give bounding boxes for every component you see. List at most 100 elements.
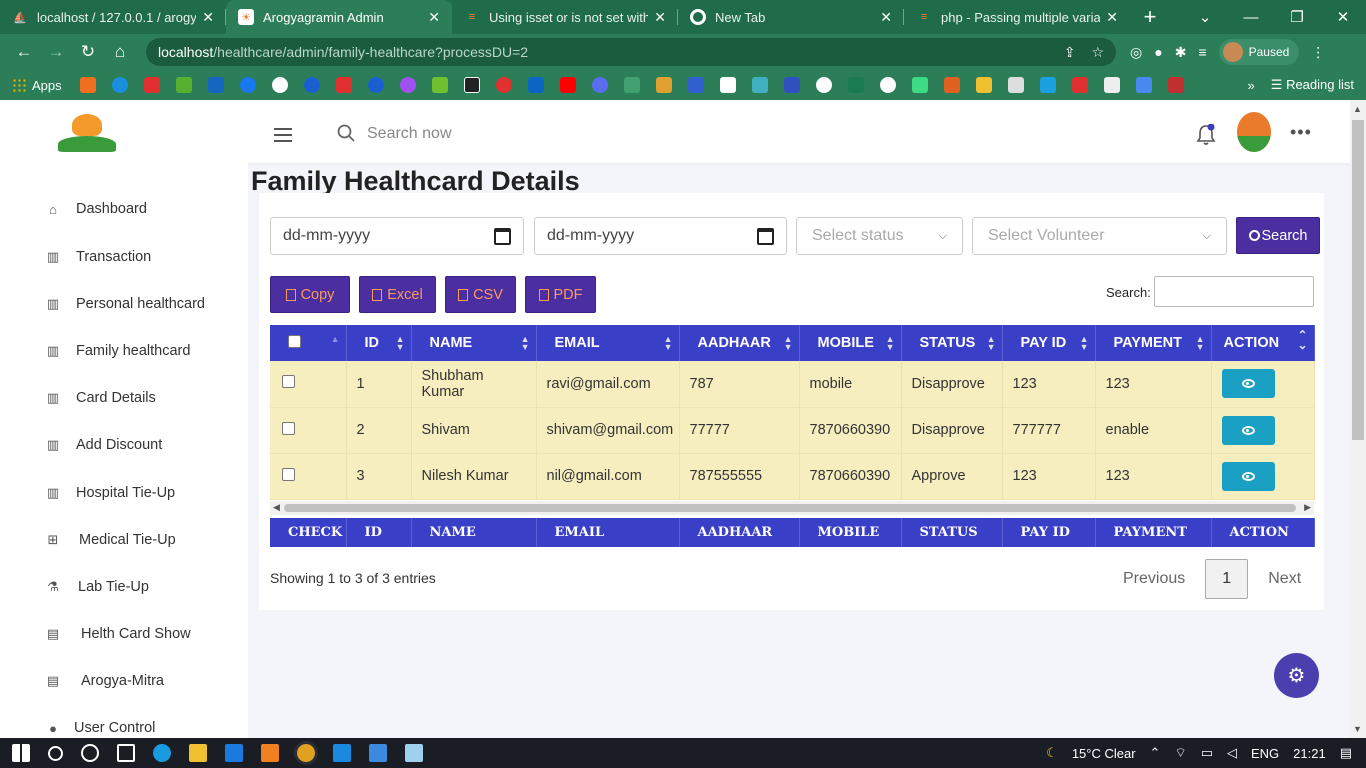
bookmark-icon[interactable] bbox=[783, 77, 800, 93]
mail-icon[interactable] bbox=[225, 744, 243, 762]
bookmark-icon[interactable] bbox=[719, 77, 736, 93]
sidebar-item-hospital-tie-up[interactable]: ▥ Hospital Tie-Up bbox=[44, 485, 175, 501]
column-header[interactable]: MOBILE ▲ ▼ bbox=[799, 325, 902, 361]
bell-icon[interactable] bbox=[1196, 124, 1216, 146]
chrome-icon[interactable] bbox=[297, 744, 315, 762]
excel-button[interactable]: Excel bbox=[359, 276, 436, 313]
pdf-button[interactable]: PDF bbox=[525, 276, 596, 313]
language-indicator[interactable]: ENG bbox=[1251, 746, 1279, 761]
select-all-header[interactable]: ▲ bbox=[270, 325, 347, 361]
clock[interactable]: 21:21 bbox=[1293, 746, 1326, 761]
date-from-input[interactable]: dd-mm-yyyy bbox=[270, 217, 524, 255]
youtube-icon[interactable] bbox=[559, 77, 576, 93]
close-icon[interactable]: ✕ bbox=[1106, 9, 1118, 26]
table-search-input[interactable] bbox=[1154, 276, 1314, 307]
chevron-up-icon[interactable]: ⌃ bbox=[1150, 745, 1161, 761]
column-header[interactable]: ACTION ⌃ ⌄ bbox=[1211, 325, 1315, 361]
more-options-icon[interactable]: ••• bbox=[1290, 122, 1312, 143]
browser-tab[interactable]: ≡ Using isset or is not set with ✕ bbox=[452, 0, 678, 34]
close-icon[interactable]: ✕ bbox=[202, 9, 214, 26]
search-input[interactable] bbox=[367, 122, 627, 146]
sidebar-item-card-details[interactable]: ▥ Card Details bbox=[44, 390, 156, 406]
weather-moon-icon[interactable]: ☾ bbox=[1046, 745, 1058, 761]
bookmark-icon[interactable] bbox=[143, 77, 160, 93]
edge-icon[interactable] bbox=[153, 744, 171, 762]
row-checkbox[interactable] bbox=[282, 375, 295, 389]
bookmark-icon[interactable] bbox=[1167, 77, 1184, 93]
sidebar-item-add-discount[interactable]: ▥ Add Discount bbox=[44, 437, 162, 453]
minimize-icon[interactable]: — bbox=[1228, 9, 1274, 26]
vscode-icon[interactable] bbox=[333, 744, 351, 762]
column-header[interactable]: PAYMENT ▲ ▼ bbox=[1095, 325, 1212, 361]
previous-page-button[interactable]: Previous bbox=[1123, 570, 1185, 588]
notepad-icon[interactable] bbox=[405, 744, 423, 762]
column-header[interactable]: AADHAAR ▲ ▼ bbox=[679, 325, 800, 361]
view-button[interactable] bbox=[1221, 369, 1275, 399]
view-button[interactable] bbox=[1221, 461, 1275, 491]
scroll-up-icon[interactable]: ▲ bbox=[1353, 104, 1362, 114]
facebook-icon[interactable] bbox=[239, 77, 256, 93]
close-icon[interactable]: ✕ bbox=[428, 9, 440, 26]
scroll-right-icon[interactable]: ▶ bbox=[1304, 502, 1311, 513]
battery-icon[interactable]: ▭ bbox=[1201, 745, 1213, 761]
sublime-icon[interactable] bbox=[261, 744, 279, 762]
row-checkbox[interactable] bbox=[282, 421, 295, 435]
bookmark-icon[interactable] bbox=[495, 77, 512, 93]
close-icon[interactable]: ✕ bbox=[880, 9, 892, 26]
column-header[interactable]: STATUS ▲ ▼ bbox=[901, 325, 1003, 361]
view-button[interactable] bbox=[1221, 415, 1275, 445]
home-icon[interactable]: ⌂ bbox=[104, 42, 136, 62]
back-icon[interactable]: ← bbox=[8, 42, 40, 62]
bookmark-icon[interactable] bbox=[911, 77, 928, 93]
status-select[interactable]: Select status ⌵ bbox=[796, 217, 963, 255]
browser-tab[interactable]: ⛵ localhost / 127.0.0.1 / arogya ✕ bbox=[0, 0, 226, 34]
scroll-down-icon[interactable]: ▼ bbox=[1353, 724, 1362, 734]
share-icon[interactable]: ⇪ bbox=[1064, 44, 1076, 61]
volunteer-select[interactable]: Select Volunteer ⌵ bbox=[972, 217, 1227, 255]
apps-bookmark[interactable]: Apps bbox=[12, 78, 62, 93]
csv-button[interactable]: CSV bbox=[445, 276, 516, 313]
sidebar-item-helth-card-show[interactable]: ▤ Helth Card Show bbox=[44, 626, 191, 642]
search-button[interactable]: Search bbox=[1236, 217, 1320, 254]
bookmark-icon[interactable] bbox=[175, 77, 192, 93]
extension-icon[interactable]: ● bbox=[1154, 44, 1162, 60]
copy-button[interactable]: Copy bbox=[270, 276, 350, 313]
bookmark-icon[interactable] bbox=[335, 77, 352, 93]
file-explorer-icon[interactable] bbox=[189, 744, 207, 762]
bookmark-icon[interactable] bbox=[591, 77, 608, 93]
sidebar-item-dashboard[interactable]: ⌂ Dashboard bbox=[44, 201, 147, 217]
bookmark-icon[interactable] bbox=[303, 77, 320, 93]
network-icon[interactable]: ⌔ bbox=[1174, 745, 1186, 761]
bookmark-icon[interactable] bbox=[751, 77, 768, 93]
bookmark-icon[interactable] bbox=[207, 77, 224, 93]
tab-search-icon[interactable]: ⌄ bbox=[1182, 8, 1228, 26]
brand-logo[interactable] bbox=[58, 112, 116, 154]
bookmark-icon[interactable] bbox=[271, 77, 288, 93]
translate-icon[interactable] bbox=[1135, 77, 1152, 93]
row-checkbox[interactable] bbox=[282, 467, 295, 481]
scroll-left-icon[interactable]: ◀ bbox=[273, 502, 280, 513]
bookmark-icon[interactable] bbox=[879, 77, 896, 93]
sidebar-item-user-control[interactable]: ● User Control bbox=[44, 720, 155, 736]
bookmark-icon[interactable] bbox=[975, 77, 992, 93]
bookmark-icon[interactable] bbox=[623, 77, 640, 93]
bookmark-icon[interactable] bbox=[943, 77, 960, 93]
calendar-icon[interactable] bbox=[494, 227, 511, 245]
extension-icon[interactable]: ◎ bbox=[1130, 44, 1142, 61]
cortana-icon[interactable] bbox=[81, 744, 99, 762]
forward-icon[interactable]: → bbox=[40, 42, 72, 62]
browser-tab-active[interactable]: ☀ Arogyagramin Admin ✕ bbox=[226, 0, 452, 34]
reload-icon[interactable]: ↻ bbox=[72, 42, 104, 62]
browser-tab[interactable]: New Tab ✕ bbox=[678, 0, 904, 34]
linkedin-icon[interactable] bbox=[527, 77, 544, 93]
sidebar-item-family-healthcard[interactable]: ▥ Family healthcard bbox=[44, 343, 191, 359]
bookmark-icon[interactable] bbox=[1071, 77, 1088, 93]
sidebar-item-arogya-mitra[interactable]: ▤ Arogya-Mitra bbox=[44, 673, 164, 689]
more-bookmarks-icon[interactable]: » bbox=[1248, 78, 1255, 93]
search-icon[interactable] bbox=[48, 745, 63, 761]
sidebar-item-lab-tie-up[interactable]: ⚗ Lab Tie-Up bbox=[44, 579, 149, 595]
table-horizontal-scrollbar[interactable]: ◀ ▶ bbox=[270, 501, 1314, 515]
bookmark-icon[interactable] bbox=[79, 77, 96, 93]
bookmark-icon[interactable] bbox=[1103, 77, 1120, 93]
address-bar[interactable]: i localhost/healthcare/admin/family-heal… bbox=[11, 38, 1116, 427]
